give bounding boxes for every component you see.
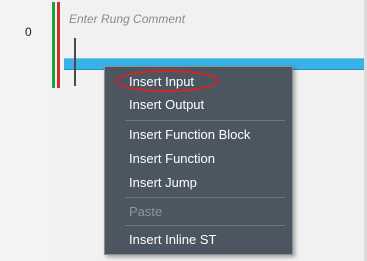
- menu-item-insert-jump[interactable]: Insert Jump: [105, 173, 292, 193]
- menu-separator: [125, 225, 285, 226]
- rung-number: 0: [25, 25, 32, 39]
- rung-number-gutter: [0, 0, 48, 261]
- menu-item-insert-function-block[interactable]: Insert Function Block: [105, 125, 292, 145]
- menu-separator: [125, 120, 285, 121]
- insertion-cursor: [74, 38, 76, 86]
- rung-error-marker: [57, 2, 60, 88]
- menu-item-insert-output[interactable]: Insert Output: [105, 95, 292, 115]
- left-power-rail: [52, 2, 55, 88]
- menu-item-insert-inline-st[interactable]: Insert Inline ST: [105, 230, 292, 250]
- menu-item-insert-function[interactable]: Insert Function: [105, 149, 292, 169]
- context-menu: Insert Input Insert Output Insert Functi…: [104, 66, 293, 255]
- menu-separator: [125, 197, 285, 198]
- rung-comment-field[interactable]: Enter Rung Comment: [69, 12, 185, 26]
- menu-item-paste: Paste: [129, 204, 163, 219]
- menu-item-insert-input[interactable]: Insert Input: [105, 72, 292, 92]
